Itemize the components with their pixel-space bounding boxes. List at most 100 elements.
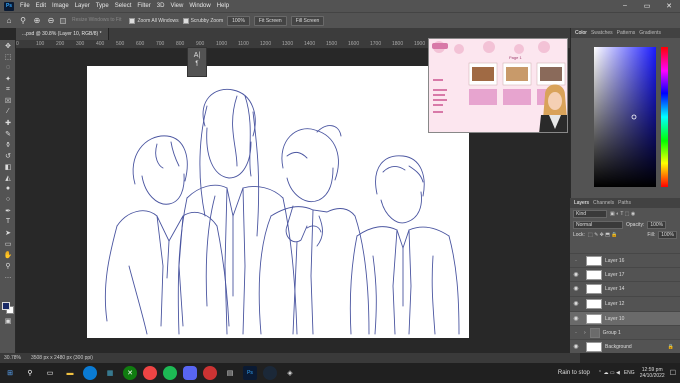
eye-icon[interactable]: ·	[570, 258, 582, 264]
store-icon[interactable]: ▦	[103, 366, 117, 380]
type-tool-icon[interactable]: T	[0, 216, 16, 227]
eye-icon[interactable]: ◉	[570, 271, 582, 278]
tab-color[interactable]: Color	[575, 30, 587, 36]
start-icon[interactable]: ⊞	[3, 366, 17, 380]
layer-row[interactable]: · Layer 16	[570, 253, 680, 267]
steam-icon[interactable]	[263, 366, 277, 380]
blur-tool-icon[interactable]: ●	[0, 183, 16, 194]
foreground-color-swatch[interactable]	[2, 302, 10, 310]
hue-slider[interactable]	[661, 47, 668, 187]
resize-windows-checkbox[interactable]: Resize Windows to Fit	[60, 16, 125, 26]
eye-icon[interactable]: ◉	[570, 285, 582, 292]
home-icon[interactable]: ⌂	[4, 16, 14, 26]
layer-row-selected[interactable]: ◉ Layer 10	[570, 311, 680, 325]
color-picker-field[interactable]	[594, 47, 656, 187]
eye-icon[interactable]: ◉	[570, 300, 582, 307]
maximize-icon[interactable]: ▭	[636, 2, 658, 10]
menu-help[interactable]: Help	[214, 3, 232, 9]
spotify-icon[interactable]	[163, 366, 177, 380]
eyedropper-tool-icon[interactable]: ⁄	[0, 106, 16, 117]
weather-text[interactable]: Rain to stop	[558, 370, 590, 376]
rectangle-tool-icon[interactable]: ▭	[0, 238, 16, 249]
layer-row[interactable]: ◉ Layer 17	[570, 267, 680, 281]
layer-row[interactable]: ◉ Layer 14	[570, 281, 680, 295]
menu-image[interactable]: Image	[49, 3, 72, 9]
scrubby-zoom-checkbox[interactable]: Scrubby Zoom	[182, 17, 223, 24]
xbox-icon[interactable]: ✕	[123, 366, 137, 380]
move-tool-icon[interactable]: ✥	[0, 40, 16, 51]
tab-layers[interactable]: Layers	[574, 200, 589, 206]
path-selection-tool-icon[interactable]: ➤	[0, 227, 16, 238]
zoom-tool-icon[interactable]: ⚲	[18, 16, 28, 26]
gallery-icon[interactable]: ▤	[223, 366, 237, 380]
tab-swatches[interactable]: Swatches	[591, 30, 613, 36]
tab-channels[interactable]: Channels	[593, 200, 614, 206]
dodge-tool-icon[interactable]: ○	[0, 194, 16, 205]
eye-icon[interactable]: ·	[570, 330, 582, 336]
chevron-right-icon[interactable]: ›	[584, 330, 586, 336]
document-tab[interactable]: ...psd @ 30.8% (Layer 10, RGB/8) *	[16, 28, 109, 40]
close-icon[interactable]: ✕	[658, 2, 680, 10]
task-view-icon[interactable]: ▭	[43, 366, 57, 380]
search-icon[interactable]: ⚲	[23, 366, 37, 380]
menu-select[interactable]: Select	[112, 3, 135, 9]
tab-gradients[interactable]: Gradients	[639, 30, 661, 36]
layer-row[interactable]: ◉ Background 🔒	[570, 339, 680, 353]
fit-screen-button[interactable]: Fit Screen	[253, 15, 287, 26]
fill-screen-button[interactable]: Fill Screen	[290, 15, 325, 26]
layer-filter-select[interactable]: Kind	[573, 210, 607, 218]
opacity-input[interactable]: 100%	[647, 221, 667, 229]
more-tools-icon[interactable]: …	[0, 271, 16, 282]
fill-input[interactable]: 100%	[658, 231, 677, 239]
clock[interactable]: 12:59 pm 24/10/2022	[640, 367, 665, 379]
character-panel-icon[interactable]: A|	[188, 52, 206, 59]
screen-mode-icon[interactable]: ▣	[0, 315, 16, 326]
menu-window[interactable]: Window	[186, 3, 213, 9]
menu-edit[interactable]: Edit	[33, 3, 49, 9]
layer-group-row[interactable]: · › Group 1	[570, 325, 680, 339]
paint-bucket-tool-icon[interactable]: ◭	[0, 172, 16, 183]
lock-icons[interactable]: ⬚ ✎ ✥ ⬒ 🔒	[588, 232, 618, 238]
menu-view[interactable]: View	[167, 3, 186, 9]
shield-icon[interactable]: ◈	[283, 366, 297, 380]
layer-row[interactable]: ◉ Layer 12	[570, 296, 680, 310]
discord-icon[interactable]	[183, 366, 197, 380]
history-brush-tool-icon[interactable]: ↺	[0, 150, 16, 161]
language-indicator[interactable]: ENG	[624, 370, 635, 376]
blend-mode-select[interactable]: Normal	[573, 221, 623, 229]
frame-tool-icon[interactable]: ☒	[0, 95, 16, 106]
clone-stamp-tool-icon[interactable]: ⚱	[0, 139, 16, 150]
zoom-100-button[interactable]: 100%	[227, 15, 250, 26]
edge-icon[interactable]	[83, 366, 97, 380]
hand-tool-icon[interactable]: ✋	[0, 249, 16, 260]
reference-image-window[interactable]: Page 1	[428, 38, 568, 133]
chrome-icon[interactable]	[143, 366, 157, 380]
pen-tool-icon[interactable]: ✒	[0, 205, 16, 216]
menu-3d[interactable]: 3D	[154, 3, 168, 9]
eraser-tool-icon[interactable]: ◧	[0, 161, 16, 172]
zoom-out-icon[interactable]: ⊖	[46, 16, 56, 26]
healing-brush-tool-icon[interactable]: ✚	[0, 117, 16, 128]
menu-file[interactable]: File	[17, 3, 33, 9]
zoom-tool-sidebar-icon[interactable]: ⚲	[0, 260, 16, 271]
eye-icon[interactable]: ◉	[570, 315, 582, 322]
filter-icons[interactable]: ▣ ◐ T ⬚ ◉	[610, 211, 635, 217]
document-canvas[interactable]	[87, 66, 469, 338]
eye-icon[interactable]: ◉	[570, 343, 582, 350]
app-icon[interactable]	[203, 366, 217, 380]
character-panel[interactable]: A| ¶	[187, 47, 207, 77]
menu-layer[interactable]: Layer	[72, 3, 93, 9]
tab-patterns[interactable]: Patterns	[617, 30, 636, 36]
menu-filter[interactable]: Filter	[134, 3, 153, 9]
crop-tool-icon[interactable]: ⌗	[0, 84, 16, 95]
notification-icon[interactable]: ☐	[670, 369, 676, 377]
paragraph-panel-icon[interactable]: ¶	[188, 61, 206, 67]
photoshop-taskbar-icon[interactable]: Ps	[243, 366, 257, 380]
marquee-tool-icon[interactable]: ⬚	[0, 51, 16, 62]
lasso-tool-icon[interactable]: ◌	[0, 62, 16, 73]
zoom-in-icon[interactable]: ⊕	[32, 16, 42, 26]
file-explorer-icon[interactable]: ▬	[63, 366, 77, 380]
magic-wand-tool-icon[interactable]: ✦	[0, 73, 16, 84]
zoom-level[interactable]: 30.78%	[4, 355, 21, 361]
zoom-all-windows-checkbox[interactable]: Zoom All Windows	[129, 17, 179, 24]
